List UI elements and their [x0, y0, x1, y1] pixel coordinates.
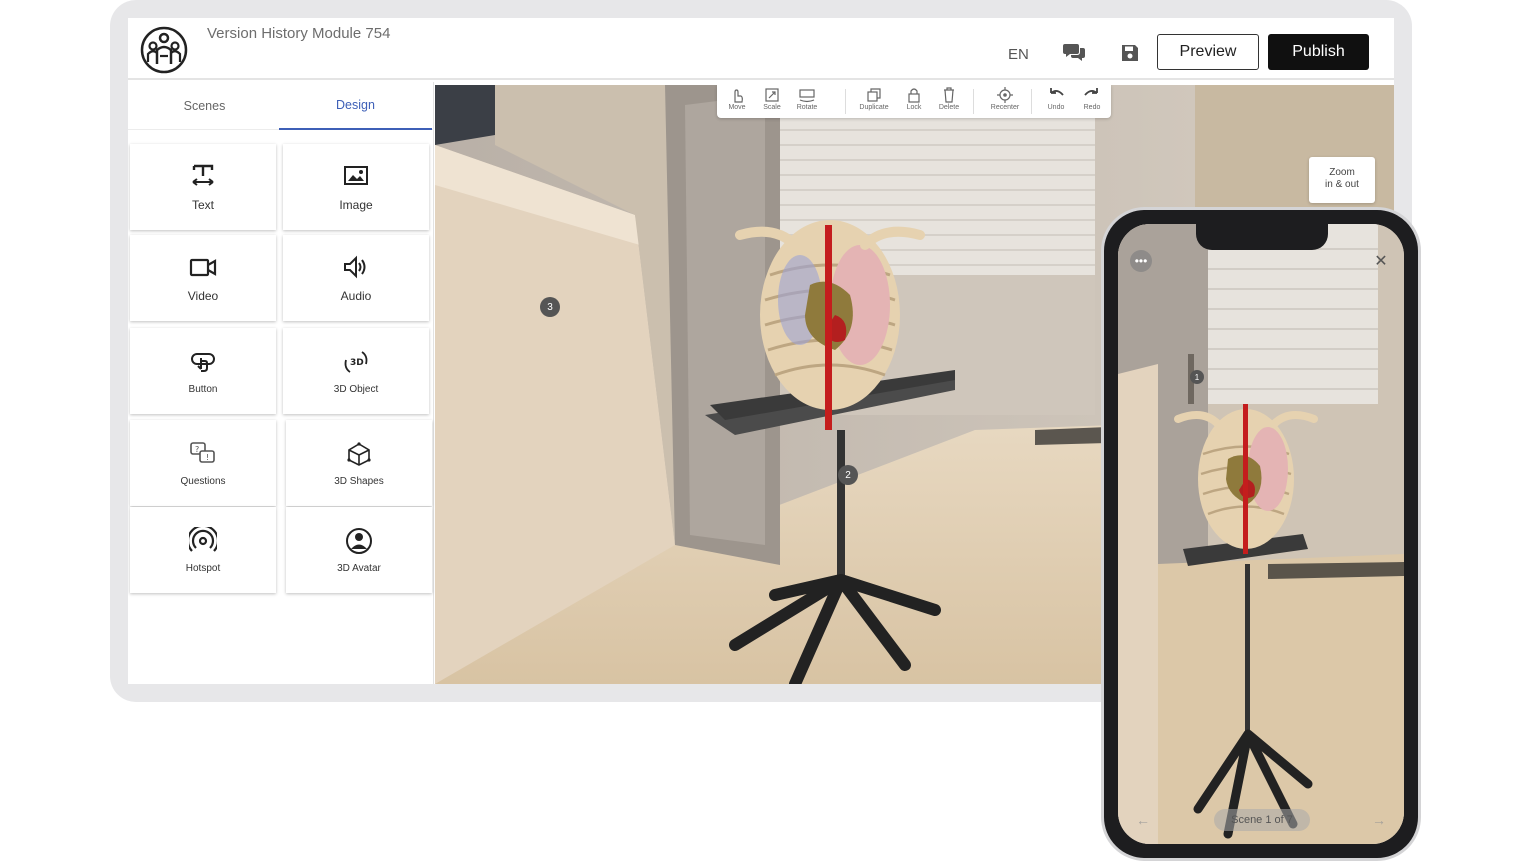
lock-icon: [908, 88, 920, 103]
button-icon: [191, 352, 215, 372]
close-icon[interactable]: ✕: [1370, 250, 1392, 272]
redo-icon: [1084, 88, 1098, 96]
tool-label: Undo: [1047, 104, 1065, 111]
design-panel: Scenes Design Text Image Video Audio But…: [128, 82, 434, 684]
image-icon: [344, 166, 368, 185]
language-selector[interactable]: EN: [1008, 46, 1029, 63]
phone-preview: ••• ✕ 1 ← Scene 1 of 7 →: [1101, 207, 1421, 861]
tile-label: 3D Shapes: [334, 475, 384, 487]
tile-label: 3D Object: [333, 383, 379, 395]
tool-label: Rotate: [796, 104, 818, 111]
tool-label: Scale: [763, 104, 781, 111]
tile-label: Text: [191, 198, 214, 212]
tile-label: Video: [187, 289, 219, 303]
publish-button[interactable]: Publish: [1268, 34, 1369, 70]
svg-text:!: !: [206, 453, 209, 462]
zoom-hint-line2: in & out: [1325, 179, 1359, 190]
tool-label: Delete: [938, 104, 960, 111]
recenter-icon: [997, 87, 1013, 103]
next-scene-icon[interactable]: →: [1370, 811, 1388, 829]
undo-icon: [1050, 88, 1064, 96]
tool-undo[interactable]: Undo: [1038, 87, 1074, 117]
tile-hotspot[interactable]: Hotspot: [130, 507, 276, 593]
tile-image[interactable]: Image: [283, 144, 429, 230]
toolbar-divider: [973, 89, 974, 114]
phone-scene-render: [1118, 224, 1404, 844]
rotate-icon: [799, 89, 815, 103]
tile-3d-shapes[interactable]: 3D Shapes: [286, 420, 432, 506]
more-menu-icon[interactable]: •••: [1130, 250, 1152, 272]
toolbar-divider: [1031, 89, 1032, 114]
tool-redo[interactable]: Redo: [1074, 87, 1110, 117]
tool-label: Duplicate: [859, 104, 889, 111]
tile-3d-avatar[interactable]: 3D Avatar: [286, 507, 432, 593]
svg-text:?: ?: [195, 445, 199, 454]
hotspot-marker[interactable]: 1: [1190, 370, 1204, 384]
hotspot-icon: [189, 526, 217, 552]
3d-object-icon: 3D: [344, 350, 368, 373]
tool-delete[interactable]: Delete: [931, 87, 967, 117]
hotspot-marker[interactable]: 3: [540, 297, 560, 317]
toolbar-divider: [845, 89, 846, 114]
audio-icon: [344, 255, 366, 279]
delete-icon: [944, 87, 954, 103]
tool-label: Move: [728, 104, 746, 111]
tile-label: Questions: [180, 475, 226, 487]
prev-scene-icon[interactable]: ←: [1134, 811, 1152, 829]
questions-icon: ? !: [190, 441, 215, 463]
tile-label: Hotspot: [185, 562, 221, 574]
tool-scale[interactable]: Scale: [754, 87, 790, 117]
preview-button[interactable]: Preview: [1157, 34, 1259, 70]
move-icon: [734, 89, 743, 103]
tile-3d-object[interactable]: 3D 3D Object: [283, 328, 429, 414]
hotspot-marker[interactable]: 2: [838, 465, 858, 485]
transform-toolbar: Move Scale Rotate Duplicate Lock Delete …: [717, 85, 1111, 118]
scale-icon: [765, 88, 779, 102]
tab-scenes[interactable]: Scenes: [128, 82, 281, 130]
3d-shapes-icon: [347, 441, 371, 466]
tile-video[interactable]: Video: [130, 235, 276, 321]
tool-label: Redo: [1083, 104, 1101, 111]
tool-recenter[interactable]: Recenter: [987, 87, 1023, 117]
tool-duplicate[interactable]: Duplicate: [856, 87, 892, 117]
scene-indicator: Scene 1 of 7: [1214, 809, 1310, 831]
tool-move[interactable]: Move: [719, 87, 755, 117]
module-title: Version History Module 754: [207, 25, 391, 42]
tile-label: Audio: [340, 289, 372, 303]
tool-label: Recenter: [990, 104, 1020, 111]
tile-text[interactable]: Text: [130, 144, 276, 230]
zoom-hint-line1: Zoom: [1329, 167, 1355, 178]
tile-button[interactable]: Button: [130, 328, 276, 414]
phone-notch: [1196, 224, 1328, 250]
tile-label: Button: [188, 383, 218, 395]
chat-icon[interactable]: [1063, 42, 1085, 62]
tool-label: Lock: [906, 104, 922, 111]
panel-tabs: Scenes Design: [128, 82, 434, 130]
tile-label: 3D Avatar: [337, 562, 381, 574]
tool-lock[interactable]: Lock: [896, 87, 932, 117]
tile-label: Image: [339, 198, 373, 212]
zoom-hint: Zoom in & out: [1309, 157, 1375, 203]
save-icon[interactable]: [1121, 44, 1139, 62]
video-icon: [189, 258, 217, 277]
tile-questions[interactable]: ? ! Questions: [130, 420, 276, 506]
app-header: Version History Module 754 EN Preview Pu…: [128, 18, 1394, 80]
svg-text:3D: 3D: [350, 358, 364, 368]
phone-screen: ••• ✕ 1 ← Scene 1 of 7 →: [1118, 224, 1404, 844]
tab-design[interactable]: Design: [279, 82, 432, 130]
text-icon: [192, 164, 214, 186]
3d-avatar-icon: [346, 527, 372, 554]
app-logo-icon: [140, 26, 188, 74]
duplicate-icon: [867, 88, 881, 102]
tile-audio[interactable]: Audio: [283, 235, 429, 321]
tool-rotate[interactable]: Rotate: [789, 87, 825, 117]
